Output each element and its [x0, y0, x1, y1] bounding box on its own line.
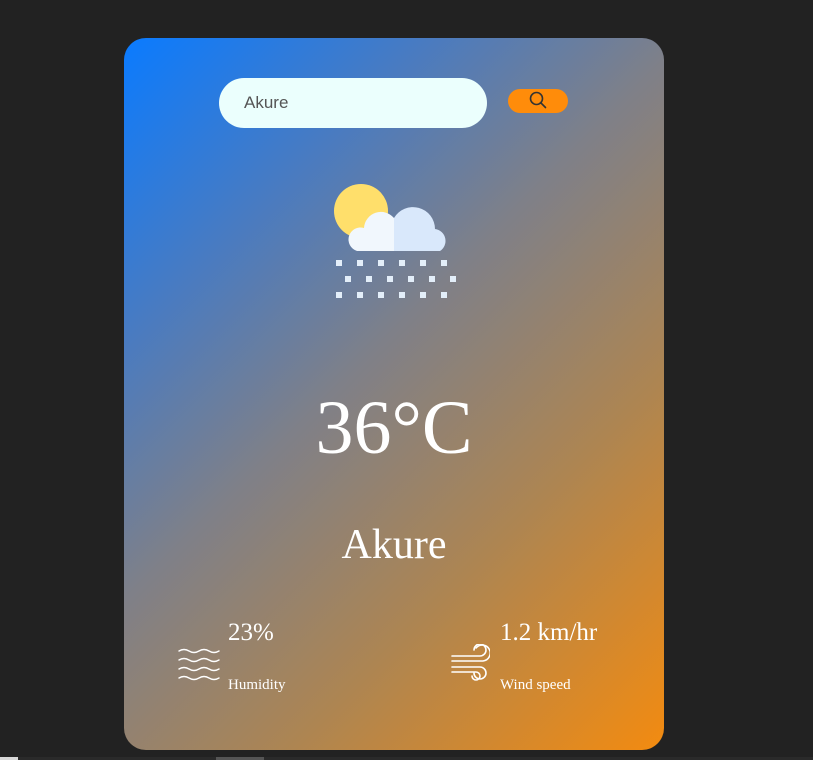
humidity-waves-icon — [178, 648, 220, 681]
weather-card: 36°C Akure 23% Humidity 1.2 km/hr Wind s… — [124, 38, 664, 750]
search-button[interactable] — [508, 89, 568, 113]
humidity-value: 23% — [228, 619, 274, 646]
wind-label: Wind speed — [500, 677, 571, 693]
humidity-label: Humidity — [228, 677, 286, 693]
wind-value: 1.2 km/hr — [500, 619, 598, 646]
search-icon — [529, 91, 547, 109]
city-name: Akure — [341, 522, 447, 568]
wind-icon — [451, 644, 490, 681]
search-input[interactable] — [219, 78, 487, 128]
sun-cloud-snow-icon — [334, 184, 456, 298]
temperature: 36°C — [315, 386, 473, 470]
